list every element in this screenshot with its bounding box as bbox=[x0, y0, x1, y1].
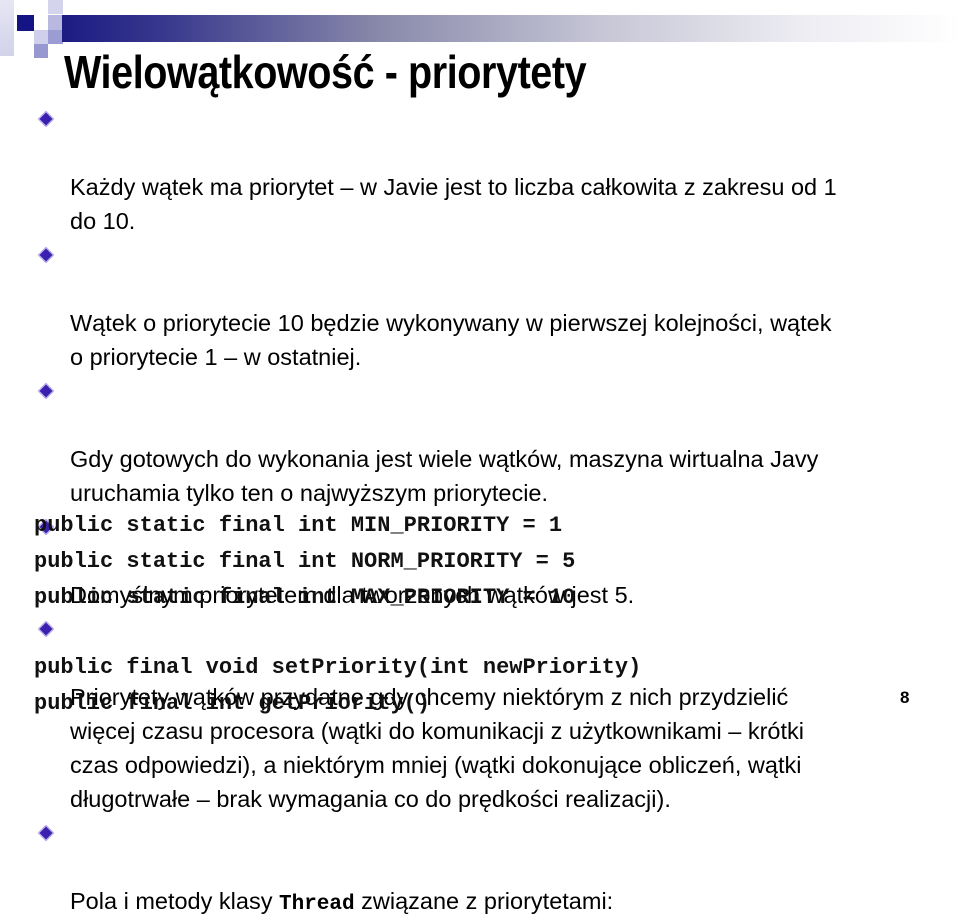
logo-square-mid bbox=[48, 30, 63, 44]
logo-square-dark bbox=[17, 15, 34, 31]
class-name-code: Thread bbox=[278, 893, 355, 916]
bullet-item: Każdy wątek ma priorytet – w Javie jest … bbox=[0, 102, 960, 238]
bullet-text: Pola i metody klasy bbox=[70, 888, 279, 914]
logo-square-light bbox=[48, 0, 63, 14]
bullet-text: Każdy wątek ma priorytet – w Javie jest … bbox=[70, 174, 837, 234]
bullet-item: Pola i metody klasy Thread związane z pr… bbox=[0, 816, 960, 922]
code-line-get-priority: public final int getPriority() bbox=[34, 691, 431, 716]
logo-square-mid bbox=[34, 44, 48, 58]
diamond-bullet-icon bbox=[38, 825, 54, 841]
logo-strip bbox=[0, 0, 14, 56]
diamond-bullet-icon bbox=[38, 621, 54, 637]
bullet-text: Wątek o priorytecie 10 będzie wykonywany… bbox=[70, 310, 832, 370]
code-line-min-priority: public static final int MIN_PRIORITY = 1 bbox=[34, 513, 563, 538]
diamond-bullet-icon bbox=[38, 247, 54, 263]
logo-square-light bbox=[34, 30, 48, 44]
bullet-item: Wątek o priorytecie 10 będzie wykonywany… bbox=[0, 238, 960, 374]
page-number: 8 bbox=[900, 688, 910, 707]
logo-square-light bbox=[48, 15, 63, 30]
code-line-max-priority: public static final int MAX_PRIORITY = 1… bbox=[34, 585, 576, 610]
bullet-item: Gdy gotowych do wykonania jest wiele wąt… bbox=[0, 374, 960, 510]
bullet-text: związane z priorytetami: bbox=[354, 888, 614, 914]
code-line-set-priority: public final void setPriority(int newPri… bbox=[34, 655, 642, 680]
slide-title: Wielowątkowość - priorytety bbox=[64, 46, 587, 98]
bullet-text: Gdy gotowych do wykonania jest wiele wąt… bbox=[70, 446, 819, 506]
diamond-bullet-icon bbox=[38, 383, 54, 399]
header-gradient-bar bbox=[62, 15, 960, 42]
diamond-bullet-icon bbox=[38, 111, 54, 127]
code-line-norm-priority: public static final int NORM_PRIORITY = … bbox=[34, 549, 576, 574]
